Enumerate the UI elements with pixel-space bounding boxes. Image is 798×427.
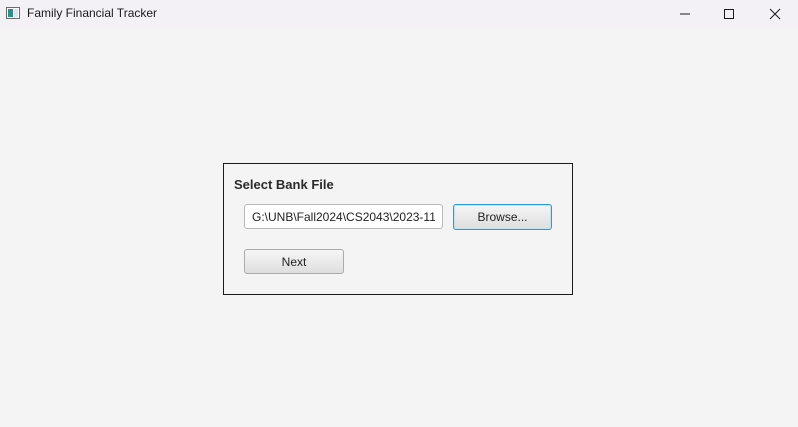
- browse-button[interactable]: Browse...: [453, 204, 552, 230]
- close-button[interactable]: [752, 0, 798, 27]
- file-path-field[interactable]: [244, 204, 443, 229]
- minimize-icon: [680, 13, 690, 14]
- app-window-icon: [6, 7, 20, 19]
- title-bar[interactable]: Family Financial Tracker: [0, 0, 798, 27]
- close-icon: [769, 8, 781, 19]
- maximize-icon: [724, 8, 734, 19]
- window-title: Family Financial Tracker: [27, 6, 158, 20]
- panel-heading: Select Bank File: [234, 177, 334, 192]
- maximize-button[interactable]: [706, 0, 752, 27]
- minimize-button[interactable]: [662, 0, 708, 27]
- next-button[interactable]: Next: [244, 249, 344, 274]
- app-window: Family Financial Tracker Select Bank Fil…: [0, 0, 798, 427]
- select-file-panel: Select Bank File Browse... Next: [223, 163, 573, 295]
